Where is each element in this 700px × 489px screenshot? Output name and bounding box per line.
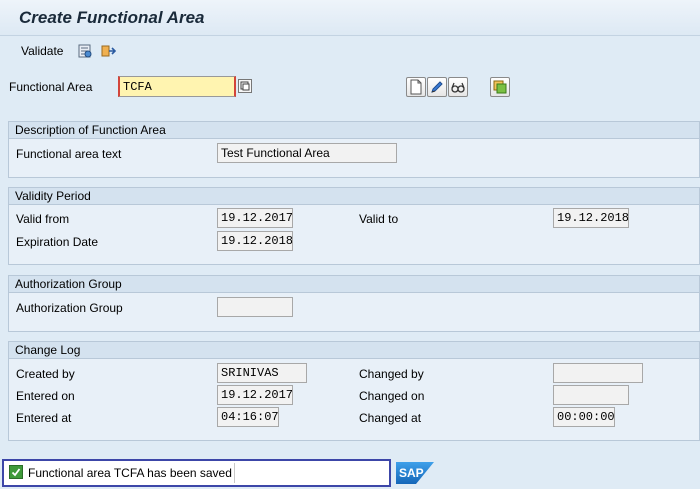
status-message-text: Functional area TCFA has been saved xyxy=(28,466,232,480)
created-by-field[interactable]: SRINIVAS xyxy=(217,363,307,383)
valid-from-label: Valid from xyxy=(16,212,70,226)
authorization-group-title: Authorization Group xyxy=(9,276,699,293)
value-help-icon[interactable] xyxy=(238,79,252,93)
page-title: Create Functional Area xyxy=(19,8,205,27)
changed-at-label: Changed at xyxy=(359,411,422,425)
changed-on-label: Changed on xyxy=(359,389,425,403)
svg-text:SAP: SAP xyxy=(399,466,424,480)
edit-pencil-icon[interactable] xyxy=(427,77,447,97)
changed-on-field[interactable] xyxy=(553,385,629,405)
validate-button[interactable]: Validate xyxy=(21,44,63,58)
sap-logo: SAP xyxy=(396,462,434,484)
valid-to-label: Valid to xyxy=(359,212,399,226)
entered-on-field[interactable]: 19.12.2017 xyxy=(217,385,293,405)
changed-by-field[interactable] xyxy=(553,363,643,383)
navigate-icon[interactable] xyxy=(100,42,118,60)
changed-by-label: Changed by xyxy=(359,367,424,381)
authorization-group-field[interactable] xyxy=(217,297,293,317)
entered-on-label: Entered on xyxy=(16,389,75,403)
valid-to-field[interactable]: 19.12.2018 xyxy=(553,208,629,228)
functional-area-text-label: Functional area text xyxy=(16,147,122,161)
configure-icon[interactable] xyxy=(76,42,94,60)
change-log-title: Change Log xyxy=(9,342,699,359)
expiration-date-field[interactable]: 19.12.2018 xyxy=(217,231,293,251)
expiration-date-label: Expiration Date xyxy=(16,235,99,249)
entered-at-label: Entered at xyxy=(16,411,72,425)
entered-at-field[interactable]: 04:16:07 xyxy=(217,407,279,427)
functional-area-input[interactable]: TCFA xyxy=(118,76,236,97)
authorization-group-label: Authorization Group xyxy=(16,301,123,315)
success-check-icon xyxy=(9,465,23,479)
copy-icon[interactable] xyxy=(490,77,510,97)
functional-area-label: Functional Area xyxy=(9,80,93,94)
functional-area-text-field[interactable]: Test Functional Area xyxy=(217,143,397,163)
display-glasses-icon[interactable] xyxy=(448,77,468,97)
valid-from-field[interactable]: 19.12.2017 xyxy=(217,208,293,228)
created-by-label: Created by xyxy=(16,367,75,381)
create-document-icon[interactable] xyxy=(406,77,426,97)
status-divider xyxy=(234,463,235,483)
changed-at-field[interactable]: 00:00:00 xyxy=(553,407,615,427)
validity-period-title: Validity Period xyxy=(9,188,699,205)
description-group-title: Description of Function Area xyxy=(9,122,699,139)
